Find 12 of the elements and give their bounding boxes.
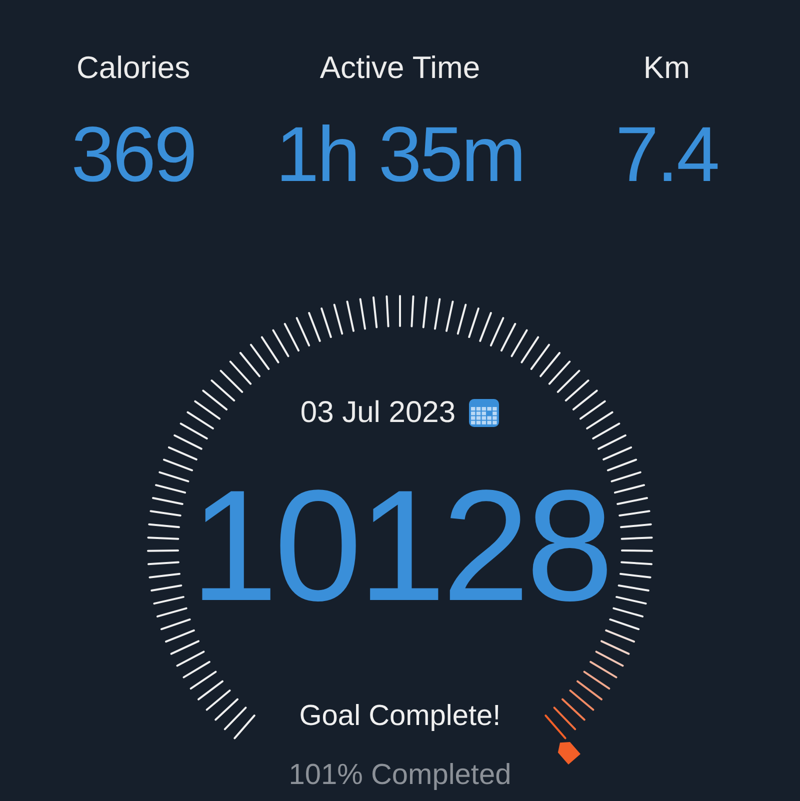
- stat-label: Km: [643, 52, 690, 83]
- completion-text: 101% Completed: [288, 761, 512, 790]
- calendar-icon[interactable]: [468, 397, 500, 429]
- stat-value: 1h 35m: [276, 115, 524, 193]
- goal-status: Goal Complete!: [299, 702, 501, 731]
- step-count: 10128: [190, 467, 610, 625]
- stat-value: 7.4: [615, 115, 718, 193]
- progress-marker: [558, 742, 580, 765]
- stat-label: Calories: [76, 52, 190, 83]
- stat-label: Active Time: [320, 52, 480, 83]
- date-text: 03 Jul 2023: [300, 398, 456, 428]
- stat-value: 369: [71, 115, 196, 193]
